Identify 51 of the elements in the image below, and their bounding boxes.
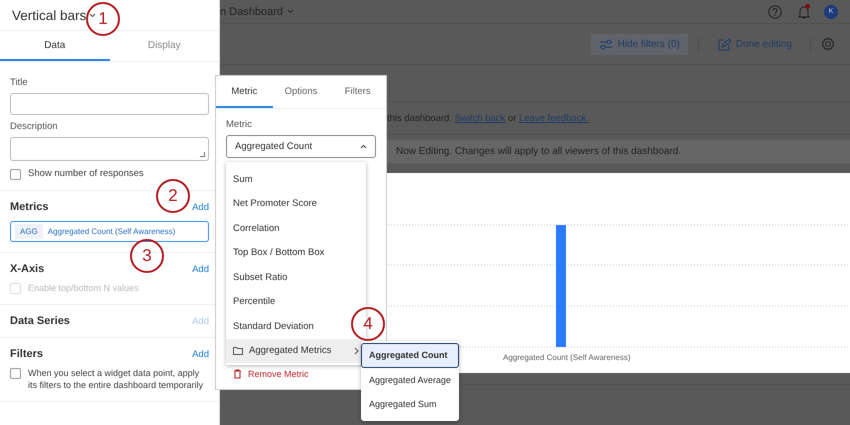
section-title: Data Series [10, 315, 70, 327]
folder-icon [233, 346, 243, 355]
dropdown-item[interactable]: Aggregated Metrics [226, 338, 366, 363]
checkbox[interactable] [10, 368, 21, 379]
title-input-field[interactable] [10, 93, 209, 115]
metric-name: Aggregated Count (Self Awareness) [48, 227, 176, 236]
field-label: Title [10, 77, 29, 88]
section-title: X-Axis [10, 263, 44, 275]
step-number: 1 [86, 2, 120, 36]
settings-icon [821, 37, 835, 51]
add-link[interactable]: Add [192, 202, 209, 212]
description-field[interactable] [10, 137, 209, 161]
bell-icon [796, 4, 812, 20]
remove-metric-link[interactable]: Remove Metric [248, 369, 309, 379]
step-number: 4 [351, 307, 385, 341]
metric-tag: AGG [15, 224, 43, 239]
add-link[interactable]: Add [192, 348, 209, 360]
trash-icon [233, 369, 242, 379]
help-icon [768, 4, 782, 18]
banner-text: Now Editing. Changes will apply to all viewers of this dashboard. [396, 146, 682, 157]
axis-label: Aggregated Count (Self Awareness) [503, 353, 630, 362]
add-link[interactable]: Add [192, 264, 209, 274]
submenu-item[interactable]: Aggregated Count [361, 343, 459, 368]
section-title: Filters [10, 348, 44, 360]
field-label: Description [10, 121, 59, 132]
select-value: Aggregated Count [235, 141, 312, 152]
dropdown-item[interactable]: Net Promoter Score [226, 192, 366, 216]
chevron-down-icon [89, 12, 96, 18]
dropdown-item[interactable]: Top Box / Bottom Box [226, 240, 366, 265]
dropdown-item[interactable]: Correlation [226, 216, 366, 240]
chevron-down-icon [287, 9, 294, 14]
chevron-up-icon [360, 144, 367, 149]
step-number: 2 [156, 179, 190, 213]
checkbox[interactable] [10, 169, 21, 180]
section-title: Metrics [10, 201, 49, 213]
metric-chip[interactable]: AGG Aggregated Count (Self Awareness) [10, 221, 209, 242]
checkbox-label: Enable top/bottom N values [28, 282, 139, 294]
dropdown-item[interactable]: Sum [226, 167, 366, 192]
dropdown-item[interactable]: Subset Ratio [226, 265, 366, 290]
chevron-right-icon [354, 346, 359, 355]
step-number: 3 [130, 239, 164, 273]
field-label: Metric [226, 119, 253, 130]
metric-select[interactable]: Aggregated Count [226, 135, 376, 158]
pencil-icon [716, 38, 731, 50]
submenu-item[interactable]: Aggregated Sum [361, 392, 459, 416]
checkbox-label: Show number of responses [28, 168, 144, 180]
submenu-item[interactable]: Aggregated Average [361, 368, 459, 392]
sliders-icon [598, 38, 613, 50]
widget-type-title: Vertical bars [12, 8, 86, 22]
checkbox-label: When you select a widget data point, apply its filters to the entire dashboard temporarily [28, 367, 204, 391]
resize-handle-icon [200, 152, 205, 157]
